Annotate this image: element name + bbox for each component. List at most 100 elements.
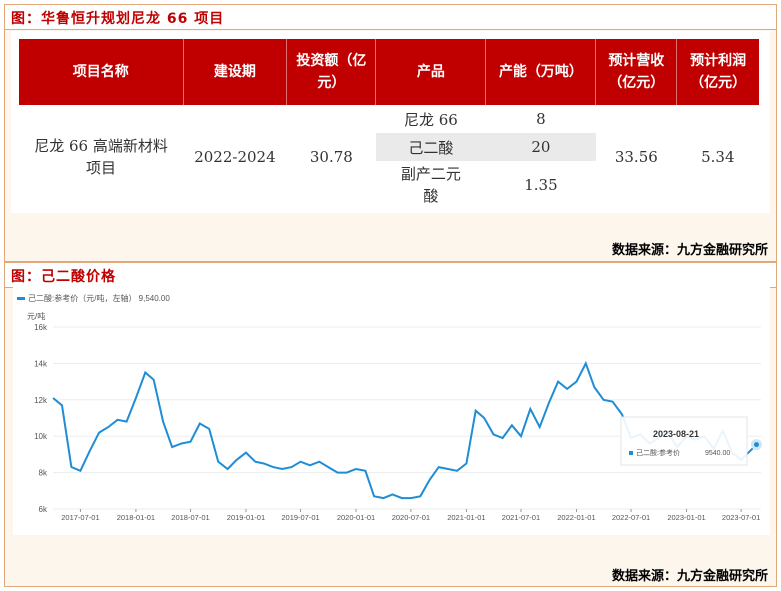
chart-legend[interactable]: 己二酸:参考价（元/吨，左轴） 9,540.00: [17, 293, 170, 303]
data-point[interactable]: [336, 471, 338, 473]
x-tick-label: 2020-07-01: [392, 513, 430, 522]
x-tick-label: 2022-07-01: [612, 513, 650, 522]
data-point[interactable]: [538, 426, 540, 428]
data-point[interactable]: [373, 495, 375, 497]
data-point[interactable]: [529, 408, 531, 410]
header-project-name: 项目名称: [19, 39, 184, 105]
x-tick-label: 2023-07-01: [722, 513, 760, 522]
data-point[interactable]: [226, 468, 228, 470]
data-point[interactable]: [447, 468, 449, 470]
legend-label: 己二酸:参考价（元/吨，左轴） 9,540.00: [28, 293, 170, 303]
data-point[interactable]: [217, 460, 219, 462]
data-point[interactable]: [171, 446, 173, 448]
data-point[interactable]: [419, 495, 421, 497]
data-point[interactable]: [456, 470, 458, 472]
data-point[interactable]: [410, 497, 412, 499]
data-point[interactable]: [61, 404, 63, 406]
data-point[interactable]: [309, 464, 311, 466]
figure1-panel: 图：华鲁恒升规划尼龙 66 项目 项目名称 建设期 投资额（亿元） 产品 产能（…: [4, 4, 777, 262]
figure2-source: 数据来源：九方金融研究所: [611, 569, 768, 584]
data-point[interactable]: [465, 462, 467, 464]
data-point[interactable]: [208, 428, 210, 430]
x-tick-label: 2018-07-01: [171, 513, 209, 522]
data-point[interactable]: [382, 497, 384, 499]
data-point[interactable]: [511, 424, 513, 426]
data-point[interactable]: [364, 470, 366, 472]
y-tick-label: 8k: [39, 469, 48, 478]
figure2-title: 图：己二酸价格: [11, 269, 116, 285]
data-point[interactable]: [520, 435, 522, 437]
data-point[interactable]: [492, 433, 494, 435]
data-point[interactable]: [501, 437, 503, 439]
data-point[interactable]: [428, 479, 430, 481]
y-tick-label: 16k: [34, 323, 48, 332]
data-point[interactable]: [107, 426, 109, 428]
data-point[interactable]: [593, 386, 595, 388]
header-investment: 投资额（亿元）: [286, 39, 377, 105]
data-point[interactable]: [199, 422, 201, 424]
data-point[interactable]: [327, 466, 329, 468]
data-point[interactable]: [475, 410, 477, 412]
price-chart[interactable]: 己二酸:参考价（元/吨，左轴） 9,540.00 元/吨 6k 8k 10k 12k 1…: [13, 287, 770, 535]
tooltip-series: 己二酸:参考价: [636, 448, 680, 457]
figure2-header: 图：己二酸价格: [5, 263, 776, 288]
data-point[interactable]: [621, 413, 623, 415]
cell-capacity: 20: [485, 133, 596, 161]
data-point[interactable]: [52, 397, 54, 399]
data-point[interactable]: [116, 419, 118, 421]
data-point[interactable]: [585, 362, 587, 364]
tooltip-swatch: [629, 451, 633, 455]
table-header-row: 项目名称 建设期 投资额（亿元） 产品 产能（万吨） 预计营收（亿元） 预计利润…: [19, 39, 759, 105]
legend-swatch: [17, 297, 25, 300]
data-point[interactable]: [245, 451, 247, 453]
data-point[interactable]: [290, 466, 292, 468]
data-point[interactable]: [401, 497, 403, 499]
cell-capacity: 8: [536, 110, 546, 128]
data-point[interactable]: [548, 402, 550, 404]
highlight-point[interactable]: [750, 439, 762, 451]
data-point[interactable]: [125, 420, 127, 422]
figure1-source: 数据来源：九方金融研究所: [611, 243, 768, 258]
data-point[interactable]: [135, 397, 137, 399]
data-point[interactable]: [575, 380, 577, 382]
cell-product: 尼龙 66: [403, 110, 458, 129]
data-point[interactable]: [345, 471, 347, 473]
data-point[interactable]: [437, 466, 439, 468]
data-point[interactable]: [483, 417, 485, 419]
header-capacity: 产能（万吨）: [485, 39, 597, 105]
x-tick-label: 2018-01-01: [117, 513, 155, 522]
tooltip-box: [620, 416, 748, 466]
figure2-panel: 图：己二酸价格 己二酸:参考价（元/吨，左轴） 9,540.00 元/吨 6k 8…: [4, 262, 777, 587]
data-point[interactable]: [602, 399, 604, 401]
x-tick-label: 2019-01-01: [227, 513, 265, 522]
data-point[interactable]: [153, 379, 155, 381]
header-profit: 预计利润（亿元）: [676, 39, 759, 105]
cell-project-name: 尼龙 66 高端新材料项目: [34, 137, 168, 177]
data-point[interactable]: [162, 420, 164, 422]
data-point[interactable]: [89, 450, 91, 452]
data-point[interactable]: [557, 380, 559, 382]
data-point[interactable]: [281, 468, 283, 470]
data-point[interactable]: [180, 442, 182, 444]
x-tick-label: 2022-01-01: [557, 513, 595, 522]
table-row: 尼龙 66 高端新材料项目 2022-2024 30.78 尼龙 66 8 33…: [19, 105, 759, 177]
x-tick-label: 2019-07-01: [281, 513, 319, 522]
data-point[interactable]: [355, 468, 357, 470]
data-point[interactable]: [566, 388, 568, 390]
data-point[interactable]: [144, 371, 146, 373]
tooltip-date: 2023-08-21: [653, 429, 699, 439]
data-point[interactable]: [272, 466, 274, 468]
data-point[interactable]: [70, 466, 72, 468]
data-point[interactable]: [98, 431, 100, 433]
data-point[interactable]: [189, 440, 191, 442]
data-point[interactable]: [235, 459, 237, 461]
data-point[interactable]: [254, 460, 256, 462]
data-point[interactable]: [263, 462, 265, 464]
data-point[interactable]: [391, 493, 393, 495]
cell-product: 副产二元酸: [400, 165, 461, 205]
data-point[interactable]: [611, 400, 613, 402]
data-point[interactable]: [79, 470, 81, 472]
data-point[interactable]: [299, 460, 301, 462]
x-tick-label: 2023-01-01: [667, 513, 705, 522]
data-point[interactable]: [318, 460, 320, 462]
